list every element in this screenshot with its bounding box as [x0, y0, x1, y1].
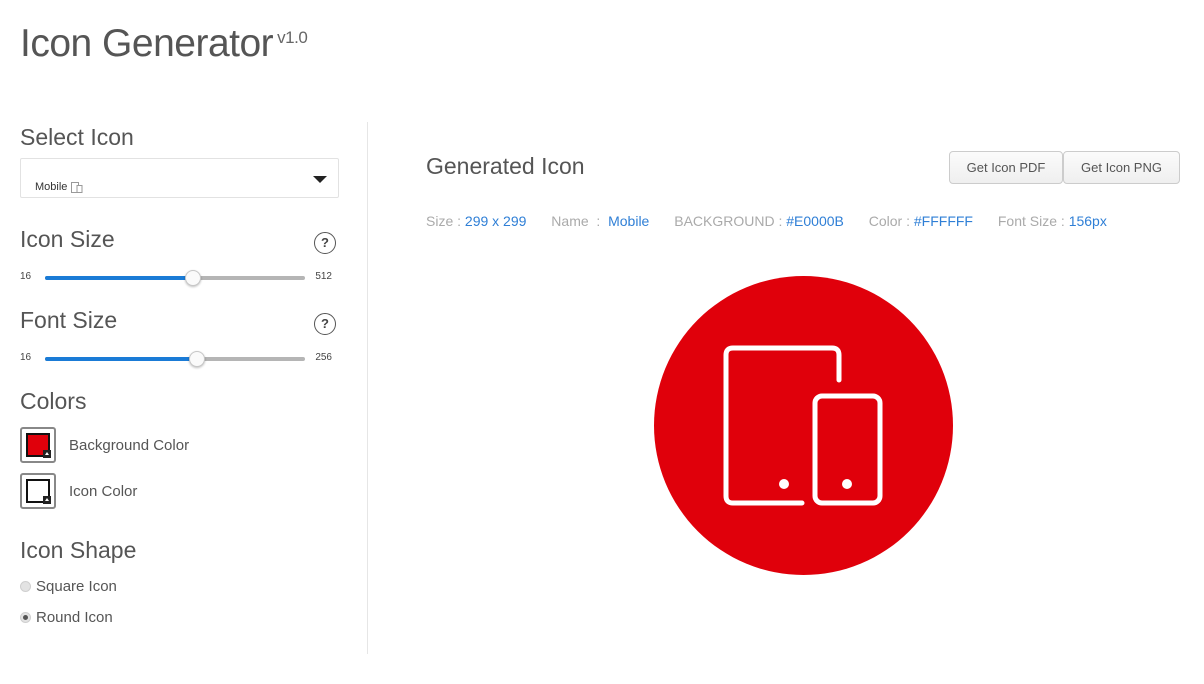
- picker-arrow-icon: [43, 496, 51, 504]
- meta-color: Color : #FFFFFF: [869, 213, 973, 229]
- icon-color-picker[interactable]: [20, 473, 56, 509]
- font-size-fill: [45, 357, 197, 361]
- font-size-min: 16: [20, 352, 32, 363]
- mobile-tablet-icon: [71, 181, 83, 193]
- meta-background: BACKGROUND : #E0000B: [674, 213, 844, 229]
- colors-heading: Colors: [20, 388, 87, 414]
- font-size-max: 256: [315, 352, 332, 363]
- meta-size: Size : 299 x 299: [426, 213, 526, 229]
- meta-name: Name : Mobile: [551, 213, 649, 229]
- icon-select[interactable]: Mobile: [20, 158, 339, 198]
- square-icon-option[interactable]: Square Icon: [20, 578, 117, 595]
- icon-size-thumb[interactable]: [185, 270, 202, 286]
- square-icon-label: Square Icon: [36, 578, 117, 595]
- generated-icon-preview: [654, 276, 953, 575]
- meta-color-value: #FFFFFF: [913, 213, 973, 229]
- font-size-thumb[interactable]: [188, 351, 205, 367]
- icon-size-max: 512: [315, 271, 332, 282]
- meta-font-size-label: Font Size :: [997, 213, 1069, 229]
- app-title: Icon Generator v1.0: [20, 22, 308, 66]
- round-icon-option[interactable]: Round Icon: [20, 609, 113, 626]
- background-color-picker[interactable]: [20, 427, 56, 463]
- icon-size-fill: [45, 276, 194, 280]
- picker-arrow-icon: [43, 450, 51, 458]
- chevron-down-icon: [313, 176, 327, 183]
- icon-size-slider-row: 16 512: [20, 269, 340, 286]
- icon-size-min: 16: [20, 271, 32, 282]
- meta-color-label: Color :: [868, 213, 914, 229]
- round-icon-radio[interactable]: [20, 612, 31, 623]
- sidebar-divider: [367, 122, 368, 654]
- meta-font-size: Font Size : 156px: [998, 213, 1107, 229]
- icon-select-value-text: Mobile: [35, 181, 68, 193]
- icon-size-help-icon[interactable]: ?: [314, 232, 336, 254]
- icon-size-slider[interactable]: [45, 270, 305, 286]
- font-size-slider-row: 16 256: [20, 350, 340, 367]
- meta-size-label: Size :: [426, 213, 465, 229]
- meta-background-value: #E0000B: [786, 213, 844, 229]
- icon-color-label: Icon Color: [69, 483, 138, 500]
- font-size-slider[interactable]: [45, 351, 305, 367]
- version-badge: v1.0: [277, 28, 308, 47]
- meta-size-value: 299 x 299: [464, 213, 527, 229]
- font-size-heading: Font Size: [20, 307, 118, 333]
- font-size-help-icon[interactable]: ?: [314, 313, 336, 335]
- meta-name-value: Mobile: [608, 213, 650, 229]
- meta-name-label: Name :: [551, 213, 609, 229]
- background-color-label: Background Color: [69, 437, 190, 454]
- icon-shape-heading: Icon Shape: [20, 537, 137, 563]
- mobile-tablet-icon: [723, 345, 883, 506]
- generated-icon-title: Generated Icon: [426, 153, 585, 179]
- get-icon-pdf-button[interactable]: Get Icon PDF: [949, 151, 1063, 184]
- square-icon-radio[interactable]: [20, 581, 31, 592]
- select-icon-heading: Select Icon: [20, 124, 134, 150]
- get-icon-png-button[interactable]: Get Icon PNG: [1063, 151, 1180, 184]
- meta-background-label: BACKGROUND :: [674, 213, 787, 229]
- icon-select-value: Mobile: [35, 181, 83, 193]
- icon-size-heading: Icon Size: [20, 226, 115, 252]
- meta-font-size-value: 156px: [1068, 213, 1107, 229]
- app-title-text: Icon Generator: [20, 22, 274, 65]
- icon-meta: Size : 299 x 299 Name : Mobile BACKGROUN…: [426, 213, 1128, 229]
- round-icon-label: Round Icon: [36, 609, 113, 626]
